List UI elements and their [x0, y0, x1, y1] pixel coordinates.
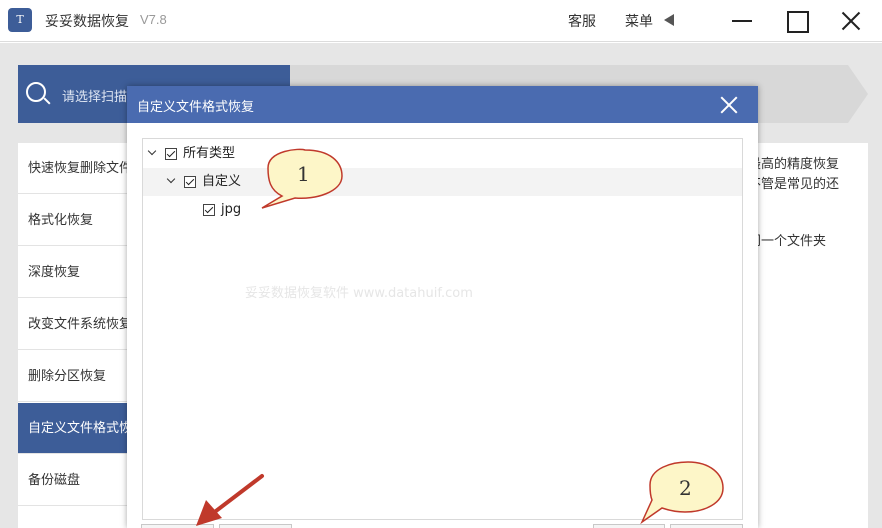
chevron-down-icon[interactable] [147, 146, 157, 156]
tree-row-jpg[interactable]: jpg [143, 196, 742, 224]
sidebar-item-filesystem-recovery[interactable]: 改变文件系统恢复 [18, 299, 130, 350]
dialog-title: 自定义文件格式恢复 [137, 100, 255, 115]
app-title: 妥妥数据恢复 [45, 14, 129, 30]
sidebar-item-custom-format[interactable]: 自定义文件格式恢复 [18, 403, 130, 454]
callout-2-number: 2 [679, 476, 692, 500]
tree-label-all-types: 所有类型 [183, 146, 236, 161]
menu-button[interactable]: 菜单 [625, 11, 653, 31]
maximize-button[interactable] [784, 8, 810, 34]
support-link[interactable]: 客服 [568, 11, 596, 31]
chevron-down-icon[interactable] [166, 174, 176, 184]
tree-row-all-types[interactable]: 所有类型 [143, 140, 742, 168]
file-type-tree: 所有类型 自定义 jpg [142, 138, 743, 520]
search-icon [26, 82, 46, 102]
content-text-2: 不管是常见的还 [748, 177, 840, 192]
step-bar-tip [848, 65, 868, 123]
step-label: 请选择扫描 [62, 90, 128, 105]
sidebar-item-deep-recovery[interactable]: 深度恢复 [18, 247, 130, 298]
sidebar-item-quick-recovery[interactable]: 快速恢复删除文件 [18, 143, 130, 194]
checkbox-all-types[interactable] [165, 148, 177, 160]
title-bar: T 妥妥数据恢复 V7.8 客服 菜单 [0, 0, 882, 42]
sidebar-item-partition-recovery[interactable]: 删除分区恢复 [18, 351, 130, 402]
add-button[interactable] [141, 524, 214, 528]
menu-arrow-icon[interactable] [664, 14, 674, 26]
callout-1-number: 1 [297, 162, 310, 186]
sidebar-item-backup-disk[interactable]: 备份磁盘 [18, 455, 130, 506]
checkbox-custom[interactable] [184, 176, 196, 188]
minimize-button[interactable] [730, 8, 756, 34]
app-logo-icon: T [8, 8, 32, 32]
ok-button[interactable] [593, 524, 665, 528]
tree-row-custom[interactable]: 自定义 [143, 168, 742, 196]
dialog-close-icon[interactable] [718, 94, 740, 116]
checkbox-jpg[interactable] [203, 204, 215, 216]
dialog-header: 自定义文件格式恢复 [127, 86, 758, 123]
tree-label-custom: 自定义 [202, 174, 242, 189]
sidebar-item-format-recovery[interactable]: 格式化恢复 [18, 195, 130, 246]
watermark: 妥妥数据恢复软件 www.datahuif.com [245, 286, 473, 301]
content-text-3: 同一个文件夹 [748, 234, 827, 249]
content-text-1: 最高的精度恢复 [748, 157, 840, 172]
close-window-button[interactable] [838, 8, 864, 34]
remove-button[interactable] [219, 524, 292, 528]
tree-label-jpg: jpg [221, 202, 242, 217]
custom-format-dialog: 自定义文件格式恢复 所有类型 自定义 jpg 妥妥数据恢复软件 www.data… [127, 86, 758, 528]
cancel-button[interactable] [670, 524, 743, 528]
app-version: V7.8 [140, 12, 167, 27]
